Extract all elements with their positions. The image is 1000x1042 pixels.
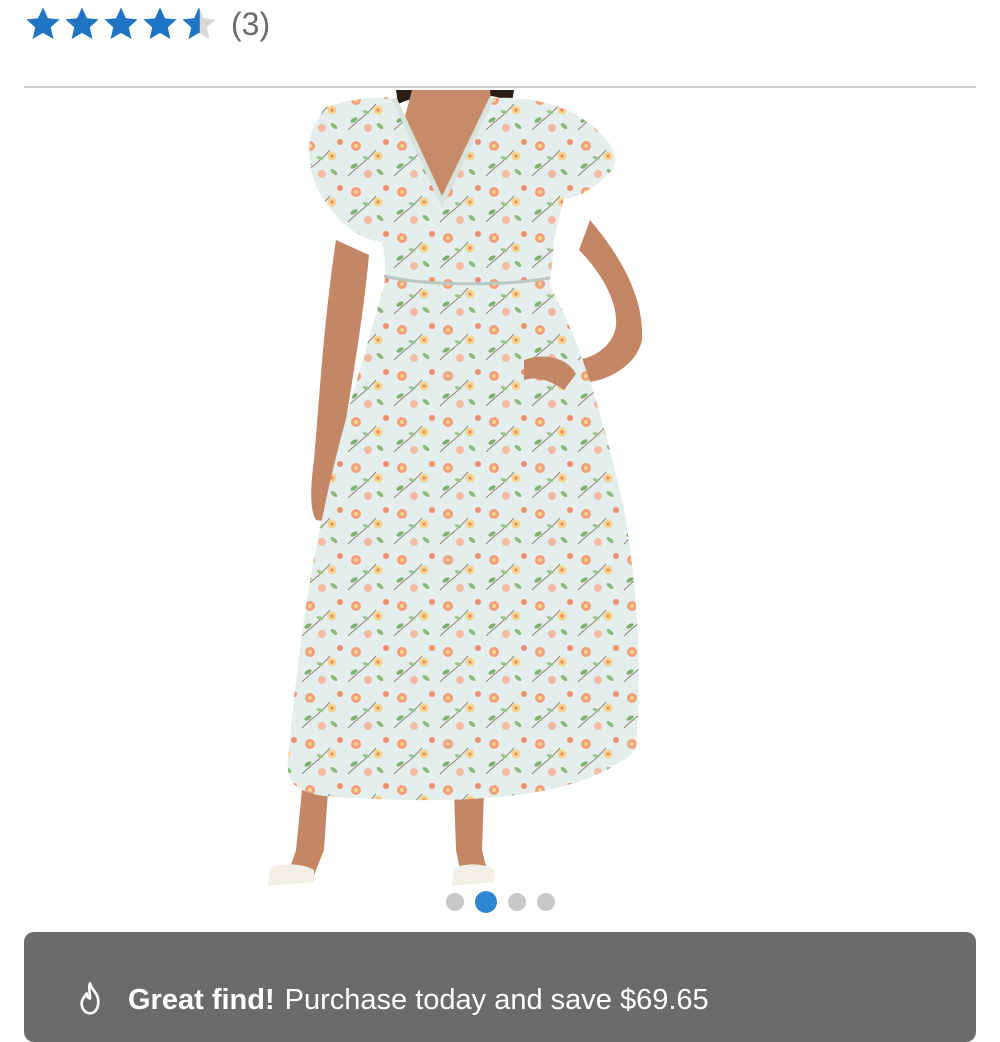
carousel-dot[interactable] (445, 893, 464, 911)
star-half-icon (182, 7, 216, 40)
banner-message: Purchase today and save $69.65 (284, 983, 709, 1016)
star-rating (24, 5, 219, 43)
flame-icon (80, 982, 100, 1015)
star-full-icon (65, 7, 99, 40)
carousel-dot[interactable] (536, 893, 555, 911)
banner-headline: Great find! (128, 983, 275, 1016)
star-full-icon (143, 7, 177, 40)
star-full-icon (26, 7, 60, 40)
dress-model-illustration (268, 90, 643, 886)
divider (24, 86, 976, 88)
star-full-icon (104, 7, 138, 40)
savings-banner: Great find! Purchase today and save $69.… (24, 932, 976, 1042)
product-image[interactable] (24, 90, 976, 890)
carousel-dot-active[interactable] (474, 891, 497, 913)
carousel-dot[interactable] (507, 893, 526, 911)
image-carousel-dots[interactable] (0, 890, 1000, 914)
review-count[interactable]: (3) (231, 4, 270, 44)
product-rating[interactable]: (3) (24, 2, 270, 46)
